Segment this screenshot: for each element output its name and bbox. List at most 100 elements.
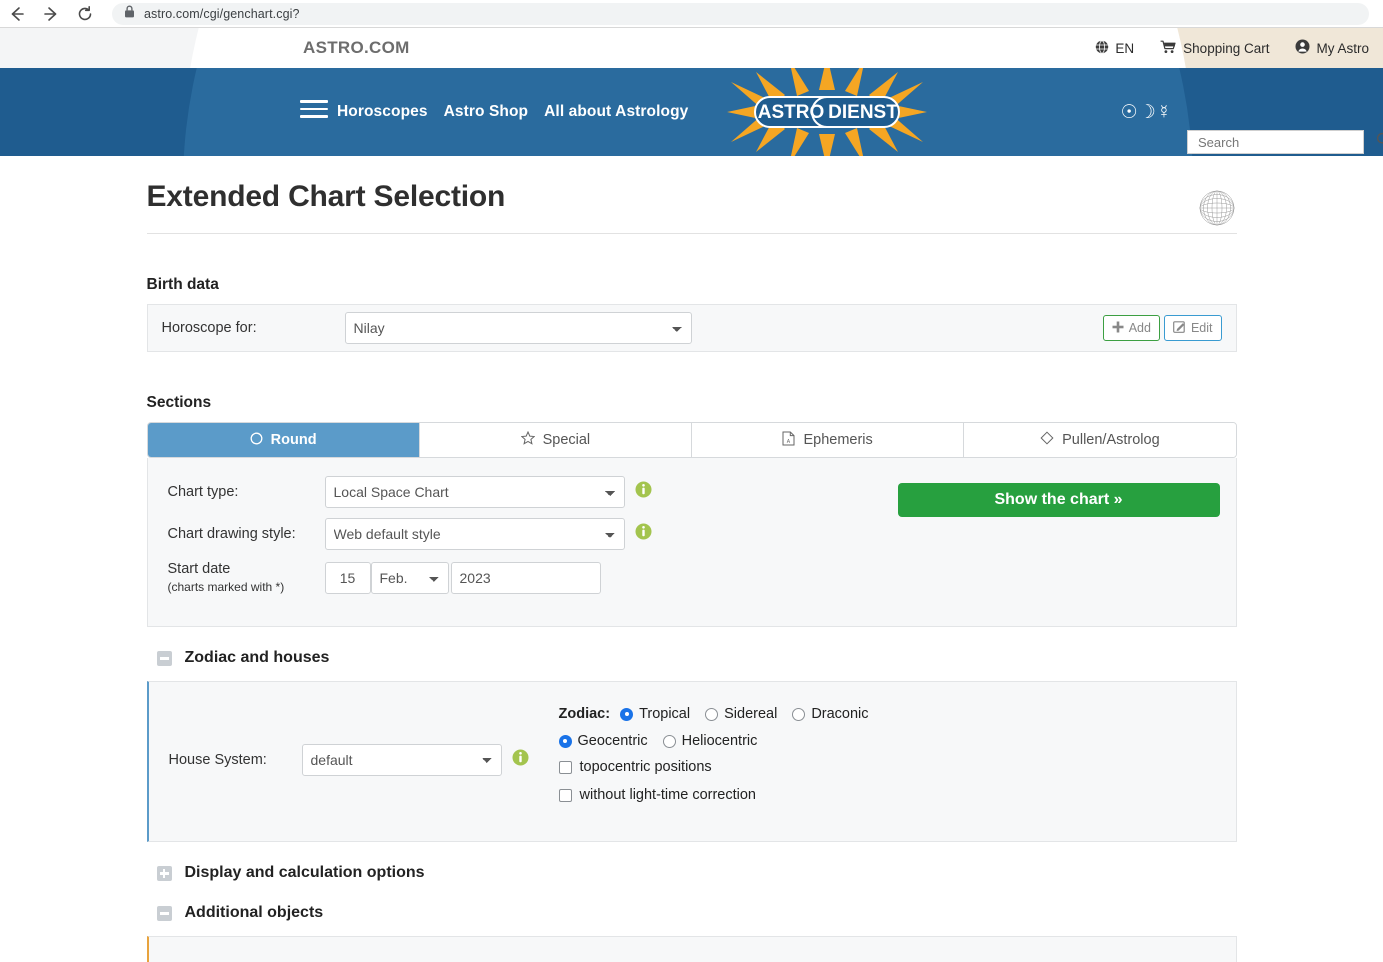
zodiac-radio-group: Zodiac: Tropical Sidereal Draconic <box>559 706 1222 722</box>
additional-objects-label: Additional objects <box>184 904 324 922</box>
house-system-row: House System: default <box>169 704 559 815</box>
tab-pullen-astrolog-label: Pullen/Astrolog <box>1062 432 1160 448</box>
site-brand-label: ASTRO.COM <box>303 38 410 57</box>
checkbox-topocentric-positions-box <box>558 760 572 774</box>
radio-draconic-label: Draconic <box>811 706 869 723</box>
nav-link-horoscopes[interactable]: Horoscopes <box>337 103 428 121</box>
add-button-label: Add <box>1128 321 1151 335</box>
tab-ephemeris[interactable]: A Ephemeris <box>692 423 965 457</box>
star-icon <box>520 430 535 449</box>
zodiac-and-houses-panel: House System: default Zodiac: Tropical S… <box>146 681 1237 843</box>
minus-icon <box>156 905 172 921</box>
start-date-row: Start date (charts marked with *) Feb. <box>168 560 652 596</box>
birth-data-panel: Horoscope for: Nilay Add Edit <box>146 304 1237 352</box>
svg-text:DIENST: DIENST <box>828 102 898 123</box>
svg-text:ASTRO: ASTRO <box>758 102 825 123</box>
nav-link-all-about-astrology[interactable]: All about Astrology <box>544 103 688 121</box>
additional-objects-toggle[interactable]: Additional objects <box>156 904 1237 922</box>
document-icon: A <box>782 431 795 450</box>
circle-icon <box>250 432 263 449</box>
language-label: EN <box>1115 40 1135 56</box>
language-selector[interactable]: EN <box>1095 39 1135 57</box>
user-icon <box>1295 39 1310 57</box>
nav-links: Horoscopes Astro Shop All about Astrolog… <box>337 68 688 156</box>
center-radio-group: Geocentric Heliocentric <box>558 733 1222 750</box>
address-bar[interactable]: astro.com/cgi/genchart.cgi? <box>112 2 1369 25</box>
pencil-edit-icon <box>1173 320 1186 336</box>
title-row: Extended Chart Selection <box>147 156 1237 233</box>
cart-icon <box>1160 40 1177 57</box>
chart-drawing-style-info-icon[interactable] <box>635 523 652 545</box>
radio-heliocentric[interactable]: Heliocentric <box>662 733 757 749</box>
shopping-cart-link[interactable]: Shopping Cart <box>1160 40 1269 57</box>
chart-options-panel: Chart type: Local Space Chart Chart draw… <box>146 458 1237 628</box>
radio-geocentric-indicator <box>558 734 572 748</box>
radio-geocentric-label: Geocentric <box>577 733 648 750</box>
url-text: astro.com/cgi/genchart.cgi? <box>144 6 300 21</box>
radio-tropical[interactable]: Tropical <box>620 706 690 722</box>
checkbox-topocentric-positions[interactable]: topocentric positions <box>558 759 1222 776</box>
astrodienst-logo[interactable]: ASTRO DIENST <box>727 68 927 156</box>
start-date-month-select[interactable]: Feb. <box>370 562 449 595</box>
my-astro-link[interactable]: My Astro <box>1295 39 1369 57</box>
tab-special[interactable]: Special <box>419 423 692 457</box>
planet-symbols[interactable]: ☉☽☿ <box>1121 68 1172 156</box>
house-system-select[interactable]: default <box>301 743 502 776</box>
edit-button-label: Edit <box>1190 321 1213 335</box>
radio-heliocentric-indicator <box>662 734 676 748</box>
sections-tabs: Round Special A Ephemeris Pullen/Astrolo… <box>146 422 1237 458</box>
browser-forward-button[interactable] <box>34 0 68 28</box>
diamond-icon <box>1040 431 1054 449</box>
zodiac-options-column: Zodiac: Tropical Sidereal Draconic Geoce… <box>558 704 1222 815</box>
display-and-calculation-options-toggle[interactable]: Display and calculation options <box>156 864 1237 882</box>
chart-drawing-style-label: Chart drawing style: <box>167 526 296 542</box>
chart-options-fields: Chart type: Local Space Chart Chart draw… <box>168 476 652 606</box>
display-and-calculation-options-label: Display and calculation options <box>184 864 425 882</box>
site-topbar: ASTRO.COM EN Shopping Cart My Astro <box>0 28 1383 68</box>
radio-sidereal-indicator <box>705 707 719 721</box>
start-date-day-input[interactable] <box>324 562 371 595</box>
start-date-year-input[interactable] <box>450 562 601 595</box>
wireframe-sphere-icon <box>1197 188 1237 233</box>
radio-sidereal[interactable]: Sidereal <box>705 706 777 722</box>
tab-round[interactable]: Round <box>147 423 420 457</box>
checkbox-topocentric-positions-label: topocentric positions <box>579 759 712 776</box>
start-date-label: Start date <box>167 561 231 577</box>
hamburger-menu-icon[interactable] <box>300 100 328 123</box>
tab-pullen-astrolog[interactable]: Pullen/Astrolog <box>964 423 1236 457</box>
radio-tropical-indicator <box>620 707 634 721</box>
chart-style-row: Chart drawing style: Web default style <box>168 518 652 550</box>
plus-icon <box>156 865 172 881</box>
chart-type-info-icon[interactable] <box>635 481 652 503</box>
checkbox-without-light-time-correction[interactable]: without light-time correction <box>558 787 1222 803</box>
tab-round-label: Round <box>270 432 317 448</box>
svg-text:A: A <box>787 439 791 445</box>
zodiac-label: Zodiac: <box>558 706 611 723</box>
search-box[interactable] <box>1187 130 1383 154</box>
topbar-links: EN Shopping Cart My Astro <box>1095 28 1369 68</box>
browser-reload-button[interactable] <box>68 0 102 28</box>
house-system-info-icon[interactable] <box>512 749 529 771</box>
nav-link-astro-shop[interactable]: Astro Shop <box>444 103 529 121</box>
search-input[interactable] <box>1196 133 1376 151</box>
chart-type-select[interactable]: Local Space Chart <box>324 476 625 508</box>
chart-type-row: Chart type: Local Space Chart <box>168 476 652 508</box>
zodiac-and-houses-toggle[interactable]: Zodiac and houses <box>156 649 1237 667</box>
radio-geocentric[interactable]: Geocentric <box>558 733 648 750</box>
page-content: Extended Chart Selection Birth data Horo… <box>0 156 1383 962</box>
browser-back-button[interactable] <box>0 0 34 28</box>
browser-chrome: astro.com/cgi/genchart.cgi? <box>0 0 1383 28</box>
search-icon[interactable] <box>1376 132 1383 152</box>
edit-button[interactable]: Edit <box>1163 315 1222 341</box>
show-the-chart-button[interactable]: Show the chart » <box>897 483 1220 517</box>
add-button[interactable]: Add <box>1102 315 1160 341</box>
zodiac-and-houses-label: Zodiac and houses <box>184 649 330 667</box>
radio-tropical-label: Tropical <box>639 706 691 723</box>
sections-heading: Sections <box>146 394 212 411</box>
horoscope-for-select[interactable]: Nilay <box>344 312 692 344</box>
radio-draconic[interactable]: Draconic <box>792 706 869 723</box>
tab-special-label: Special <box>542 432 591 448</box>
plus-icon <box>1112 321 1124 336</box>
checkbox-without-light-time-correction-box <box>558 788 572 802</box>
chart-drawing-style-select[interactable]: Web default style <box>324 518 625 550</box>
